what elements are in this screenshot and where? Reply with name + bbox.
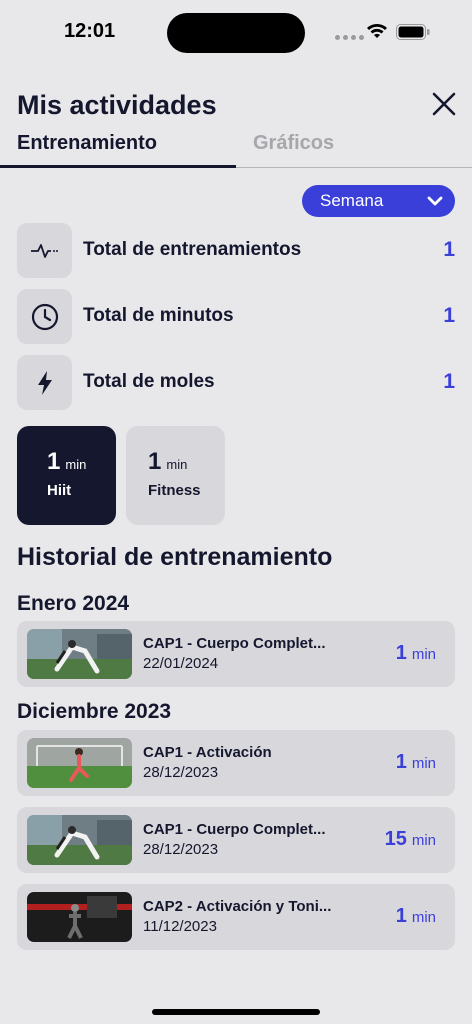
- dynamic-island: [167, 13, 305, 53]
- status-bar: 12:01: [0, 0, 472, 60]
- workout-date: 28/12/2023: [143, 764, 219, 781]
- workout-name: CAP1 - Cuerpo Complet...: [143, 821, 326, 838]
- stat-value: 1: [443, 304, 455, 327]
- workout-thumbnail: [27, 815, 132, 865]
- status-time: 12:01: [64, 20, 116, 42]
- category-name: Fitness: [148, 482, 201, 499]
- workout-duration: 1 min: [395, 905, 436, 927]
- workout-thumbnail: [27, 892, 132, 942]
- category-minutes: 1: [47, 448, 61, 475]
- workout-duration: 15 min: [384, 828, 436, 850]
- stat-total-minutes: Total de minutos 1: [17, 289, 455, 344]
- category-unit: min: [166, 457, 188, 472]
- stat-total-workouts: Total de entrenamientos 1: [17, 223, 455, 278]
- category-unit: min: [65, 457, 87, 472]
- history-entry[interactable]: CAP1 - Cuerpo Complet... 28/12/2023 15 mi…: [17, 807, 455, 873]
- workout-name: CAP2 - Activación y Toni...: [143, 898, 332, 915]
- workout-name: CAP1 - Activación: [143, 744, 272, 761]
- history-entry[interactable]: CAP1 - Activación 28/12/2023 1 min: [17, 730, 455, 796]
- category-card-fitness[interactable]: 1 min Fitness: [126, 426, 225, 525]
- page-title: Mis actividades: [17, 90, 217, 120]
- activity-pulse-icon: [17, 223, 72, 278]
- stat-total-moles: Total de moles 1: [17, 355, 455, 410]
- battery-icon: [396, 24, 430, 40]
- category-minutes: 1: [148, 448, 162, 475]
- workout-thumbnail: [27, 629, 132, 679]
- chevron-down-icon: [427, 196, 443, 206]
- lightning-bolt-icon: [17, 355, 72, 410]
- stat-label: Total de moles: [83, 371, 215, 392]
- workout-date: 22/01/2024: [143, 655, 219, 672]
- category-name: Hiit: [47, 482, 72, 499]
- month-header: Diciembre 2023: [17, 700, 172, 723]
- stat-value: 1: [443, 370, 455, 393]
- tab-entrenamiento[interactable]: Entrenamiento: [17, 132, 157, 155]
- workout-duration: 1 min: [395, 751, 436, 773]
- tab-graficos[interactable]: Gráficos: [253, 132, 334, 155]
- tab-bar: Entrenamiento Gráficos: [0, 128, 472, 168]
- workout-thumbnail: [27, 738, 132, 788]
- stat-label: Total de entrenamientos: [83, 239, 302, 260]
- workout-name: CAP1 - Cuerpo Complet...: [143, 635, 326, 652]
- wifi-icon: [367, 24, 387, 38]
- cellular-signal-icon: [335, 35, 364, 40]
- workout-duration: 1 min: [395, 642, 436, 664]
- month-header: Enero 2024: [17, 592, 130, 615]
- history-title: Historial de entrenamiento: [17, 543, 333, 571]
- close-icon: [432, 92, 456, 116]
- stat-label: Total de minutos: [83, 305, 234, 326]
- period-dropdown-value: Semana: [320, 191, 384, 210]
- clock-icon: [17, 289, 72, 344]
- home-indicator[interactable]: [152, 1009, 320, 1015]
- history-entry[interactable]: CAP1 - Cuerpo Complet... 22/01/2024 1 min: [17, 621, 455, 687]
- stat-value: 1: [443, 238, 455, 261]
- close-button[interactable]: [428, 88, 460, 120]
- workout-date: 11/12/2023: [143, 918, 217, 935]
- history-entry[interactable]: CAP2 - Activación y Toni... 11/12/2023 1…: [17, 884, 455, 950]
- period-dropdown[interactable]: Semana: [302, 185, 455, 217]
- workout-date: 28/12/2023: [143, 841, 219, 858]
- active-tab-indicator: [0, 165, 236, 168]
- category-card-hiit[interactable]: 1 min Hiit: [17, 426, 116, 525]
